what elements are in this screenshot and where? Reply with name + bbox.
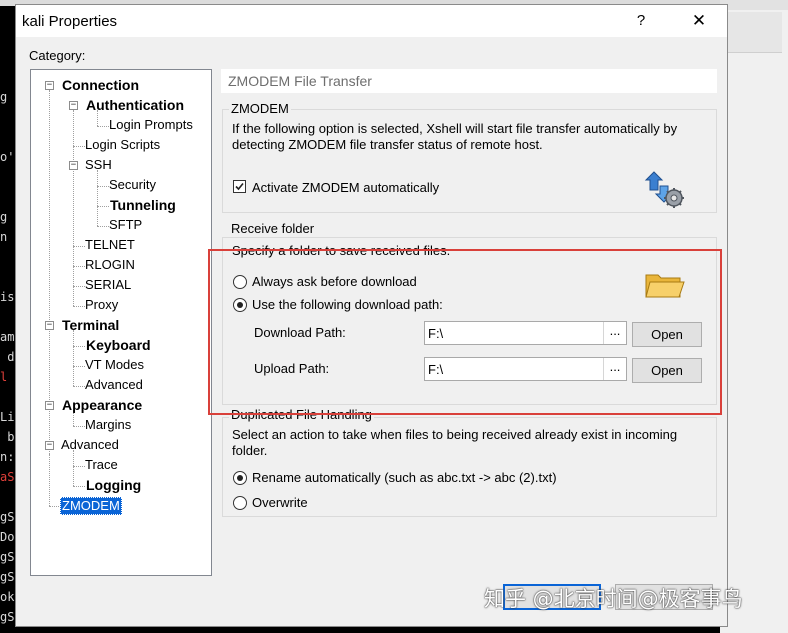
rename-automatically-radio[interactable] [233, 471, 247, 485]
terminal-line: n: [0, 450, 15, 464]
tree-branch [73, 286, 85, 287]
close-button[interactable]: ✕ [684, 9, 714, 33]
watermark-text: 知乎 @北京时间@极客事鸟 [484, 587, 743, 611]
tree-item-login-scripts[interactable]: Login Scripts [85, 137, 160, 153]
terminal-line: o' [0, 150, 15, 164]
tree-branch [73, 486, 85, 487]
tree-branch [97, 226, 109, 227]
tree-item-appearance[interactable]: Appearance [62, 397, 142, 413]
zmodem-group-label: ZMODEM [229, 101, 291, 116]
overwrite-label[interactable]: Overwrite [252, 495, 308, 511]
tree-item-margins[interactable]: Margins [85, 417, 131, 433]
receive-folder-group-label: Receive folder [229, 221, 317, 236]
activate-zmodem-label[interactable]: Activate ZMODEM automatically [252, 180, 439, 196]
annotation-highlight-box [208, 249, 722, 415]
activate-zmodem-checkbox[interactable] [233, 180, 246, 193]
expand-toggle-advanced[interactable]: − [45, 441, 54, 450]
background-window-strip [720, 0, 788, 10]
expand-toggle-connection[interactable]: − [45, 81, 54, 90]
expand-toggle-authentication[interactable]: − [69, 101, 78, 110]
tree-branch [97, 186, 109, 187]
dialog-title: kali Properties [22, 13, 118, 30]
category-label: Category: [29, 48, 86, 63]
expand-toggle-terminal[interactable]: − [45, 321, 54, 330]
tree-branch [97, 206, 109, 207]
tree-guide-line [49, 454, 50, 506]
tree-item-zmodem[interactable]: ZMODEM [60, 497, 122, 515]
tree-item-vt-modes[interactable]: VT Modes [85, 357, 144, 373]
tree-item-keyboard[interactable]: Keyboard [86, 337, 151, 353]
tree-item-sftp[interactable]: SFTP [109, 217, 142, 233]
tree-item-serial[interactable]: SERIAL [85, 277, 131, 293]
tree-item-tunneling[interactable]: Tunneling [110, 197, 176, 213]
terminal-line: ok [0, 590, 15, 604]
tree-guide-line [97, 170, 98, 226]
tree-item-terminal[interactable]: Terminal [62, 317, 119, 333]
tree-item-proxy[interactable]: Proxy [85, 297, 118, 313]
tree-item-login-prompts[interactable]: Login Prompts [109, 117, 193, 133]
tree-branch [73, 426, 85, 427]
panel-header: ZMODEM File Transfer [221, 69, 717, 93]
expand-toggle-appearance[interactable]: − [45, 401, 54, 410]
background-window [720, 0, 788, 633]
category-tree[interactable]: − − − − − − Connection Authentication Lo… [30, 69, 212, 576]
radio-selected-dot [237, 475, 243, 481]
tree-branch [73, 346, 85, 347]
tree-item-security[interactable]: Security [109, 177, 156, 193]
tree-branch [73, 246, 85, 247]
tree-item-advanced-root[interactable]: Advanced [61, 437, 119, 453]
duplicate-description-line1: Select an action to take when files to b… [232, 427, 678, 442]
tree-item-rlogin[interactable]: RLOGIN [85, 257, 135, 273]
tree-item-logging[interactable]: Logging [86, 477, 141, 493]
tree-item-authentication[interactable]: Authentication [86, 97, 184, 113]
zmodem-transfer-icon [642, 168, 688, 210]
tree-branch [97, 126, 109, 127]
background-window-toolbar [726, 12, 782, 53]
panel-title: ZMODEM File Transfer [228, 73, 372, 89]
help-button[interactable]: ? [626, 9, 656, 33]
tree-item-ssh[interactable]: SSH [85, 157, 112, 173]
tree-branch [73, 466, 85, 467]
duplicate-description-line2: folder. [232, 443, 268, 458]
zmodem-description-line2: detecting ZMODEM file transfer status of… [232, 137, 543, 152]
tree-guide-line [73, 330, 74, 386]
tree-branch [73, 366, 85, 367]
tree-branch [73, 146, 85, 147]
dialog-titlebar[interactable]: kali Properties ? ✕ [16, 5, 727, 37]
rename-automatically-label[interactable]: Rename automatically (such as abc.txt ->… [252, 470, 557, 486]
tree-guide-line [73, 110, 74, 306]
tree-branch [73, 386, 85, 387]
zmodem-description-line1: If the following option is selected, Xsh… [232, 121, 678, 136]
tree-item-advanced[interactable]: Advanced [85, 377, 143, 393]
tree-guide-line [73, 450, 74, 486]
expand-toggle-ssh[interactable]: − [69, 161, 78, 170]
tree-item-telnet[interactable]: TELNET [85, 237, 135, 253]
tree-item-trace[interactable]: Trace [85, 457, 118, 473]
overwrite-radio[interactable] [233, 496, 247, 510]
tree-branch [73, 306, 85, 307]
tree-branch [73, 266, 85, 267]
tree-item-connection[interactable]: Connection [62, 77, 139, 93]
